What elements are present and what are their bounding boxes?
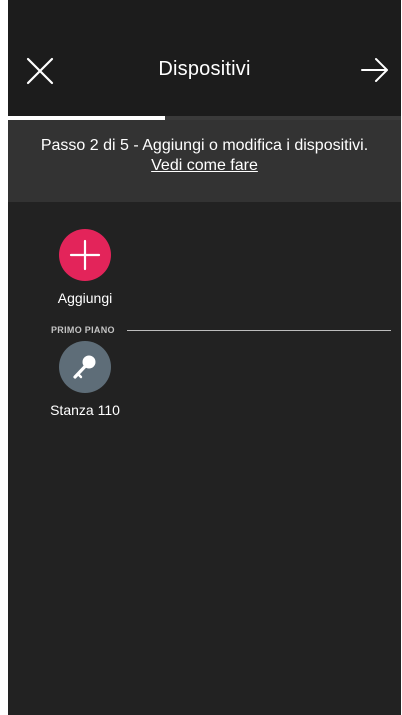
room-item[interactable]: Stanza 110 — [40, 341, 130, 418]
room-circle — [59, 341, 111, 393]
add-device-button[interactable]: Aggiungi — [40, 229, 130, 306]
section-header: PRIMO PIANO — [51, 324, 391, 336]
room-label: Stanza 110 — [50, 402, 120, 418]
devices-area: Aggiungi PRIMO PIANO Stanza 110 — [8, 202, 401, 715]
section-title: PRIMO PIANO — [51, 325, 115, 335]
step-description: Passo 2 di 5 - Aggiungi o modifica i dis… — [40, 137, 369, 154]
page-title: Dispositivi — [158, 58, 251, 80]
section-divider — [127, 330, 391, 331]
plus-icon — [59, 229, 111, 281]
top-bar: Dispositivi — [8, 0, 401, 116]
add-device-label: Aggiungi — [57, 290, 113, 306]
key-icon — [59, 341, 111, 393]
add-device-circle — [59, 229, 111, 281]
info-banner: Passo 2 di 5 - Aggiungi o modifica i dis… — [8, 120, 401, 202]
arrow-right-icon — [357, 52, 393, 88]
help-link[interactable]: Vedi come fare — [151, 156, 258, 176]
next-button[interactable] — [357, 52, 393, 88]
app-screen: Dispositivi Passo 2 di 5 - Aggiungi o mo… — [8, 0, 401, 715]
